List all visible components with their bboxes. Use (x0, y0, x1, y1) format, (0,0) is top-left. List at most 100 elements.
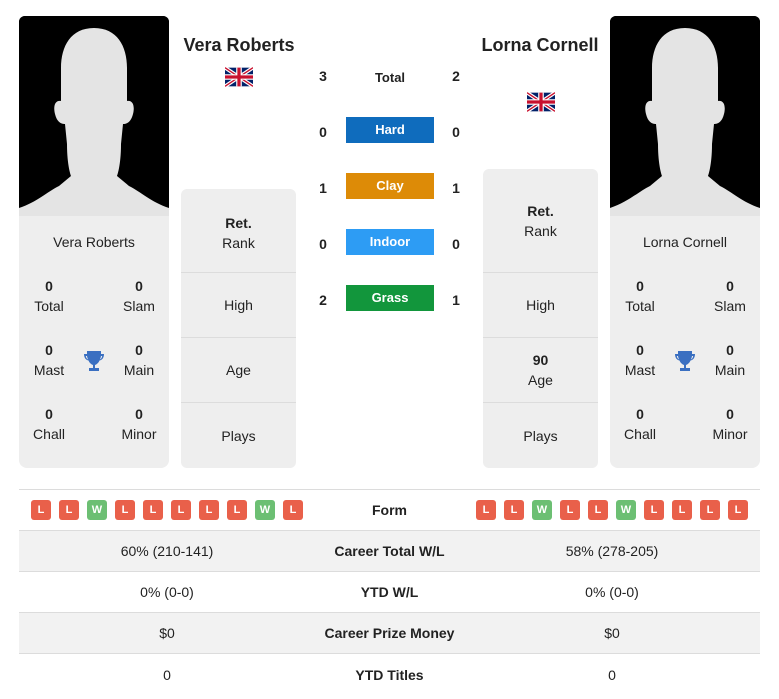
titles-minor: 0 Minor (109, 400, 169, 464)
form-loss-badge[interactable]: L (59, 500, 79, 520)
player2-name[interactable]: Lorna Cornell (480, 33, 600, 58)
row-ytd-titles-label: YTD Titles (355, 666, 424, 683)
h2h-clay-p1: 1 (319, 180, 327, 196)
titles-mast-value: 0 (45, 342, 53, 358)
titles-slam: 0 Slam (109, 272, 169, 336)
info-high-label: High (526, 297, 555, 313)
titles-slam-value: 0 (135, 278, 143, 294)
titles-chall-label: Chall (624, 426, 656, 442)
player2-card-name: Lorna Cornell (642, 234, 728, 250)
uk-flag-icon (225, 67, 253, 87)
titles-chall-value: 0 (45, 406, 53, 422)
titles-minor-label: Minor (121, 426, 157, 442)
titles-minor: 0 Minor (700, 400, 760, 464)
row-ytd-titles: 0 YTD Titles 0 (19, 654, 760, 695)
titles-total-value: 0 (45, 278, 53, 294)
titles-total-label: Total (625, 298, 655, 314)
form-loss-badge[interactable]: L (644, 500, 664, 520)
info-high: High (483, 273, 598, 338)
h2h-total: 3 Total 2 (308, 58, 472, 114)
info-rank-label: Rank (524, 222, 557, 239)
player1-photo (19, 16, 169, 216)
info-age: Age (181, 338, 296, 403)
h2h-indoor-p2: 0 (452, 236, 460, 252)
player1-form: LLWLLLLLWL (19, 500, 315, 520)
info-rank: Ret. Rank (483, 169, 598, 273)
titles-chall: 0 Chall (19, 400, 79, 464)
form-win-badge[interactable]: W (87, 500, 107, 520)
form-loss-badge[interactable]: L (560, 500, 580, 520)
player1-name[interactable]: Vera Roberts (175, 33, 303, 58)
silhouette-icon (610, 16, 760, 216)
info-rank-value: Ret. (225, 214, 252, 231)
h2h-hard-p1: 0 (319, 124, 327, 140)
h2h-total-p2: 2 (452, 68, 460, 84)
player1-career-total-wl: 60% (210-141) (120, 543, 214, 559)
row-career-total-wl-label: Career Total W/L (334, 543, 445, 559)
surface-hard-badge[interactable]: Hard (346, 117, 434, 143)
h2h-grass-p1: 2 (319, 292, 327, 308)
info-rank-label: Rank (222, 234, 255, 251)
titles-slam-label: Slam (123, 298, 155, 314)
info-age-value: 90 (532, 352, 549, 368)
h2h-total-label: Total (374, 70, 406, 85)
surface-clay-badge[interactable]: Clay (346, 173, 434, 199)
h2h-grass: 2 Grass 1 (308, 282, 472, 338)
titles-mast-label: Mast (33, 362, 65, 378)
silhouette-icon (19, 16, 169, 216)
surface-indoor-badge[interactable]: Indoor (346, 229, 434, 255)
titles-slam: 0 Slam (700, 272, 760, 336)
form-loss-badge[interactable]: L (476, 500, 496, 520)
h2h-indoor: 0 Indoor 0 (308, 226, 472, 282)
head-to-head: 3 Total 2 0 Hard 0 1 Clay 1 0 Indoor 0 2… (308, 58, 472, 338)
player2-form: LLWLLWLLLL (464, 500, 760, 520)
form-loss-badge[interactable]: L (672, 500, 692, 520)
trophy-icon (670, 336, 700, 400)
player2-titles-card: Lorna Cornell 0 Total 0 Slam 0 Mast 0 Main 0… (610, 216, 760, 468)
info-plays: Plays (181, 403, 296, 468)
info-age: 90 Age (483, 338, 598, 403)
titles-chall-label: Chall (33, 426, 65, 442)
form-loss-badge[interactable]: L (171, 500, 191, 520)
h2h-hard: 0 Hard 0 (308, 114, 472, 170)
titles-mast-value: 0 (636, 342, 644, 358)
form-win-badge[interactable]: W (532, 500, 552, 520)
form-win-badge[interactable]: W (255, 500, 275, 520)
info-rank-value: Ret. (527, 202, 554, 219)
h2h-grass-p2: 1 (452, 292, 460, 308)
h2h-indoor-p1: 0 (319, 236, 327, 252)
info-plays-label: Plays (523, 427, 558, 444)
titles-slam-label: Slam (714, 298, 746, 314)
trophy-icon (79, 336, 109, 400)
titles-main-value: 0 (135, 342, 143, 358)
form-loss-badge[interactable]: L (143, 500, 163, 520)
player2-ytd-wl: 0% (0-0) (585, 584, 639, 600)
titles-minor-value: 0 (726, 406, 734, 422)
form-loss-badge[interactable]: L (504, 500, 524, 520)
player1-titles-card: Vera Roberts 0 Total 0 Slam 0 Mast 0 Main 0 C… (19, 216, 169, 468)
info-plays: Plays (483, 403, 598, 468)
form-loss-badge[interactable]: L (588, 500, 608, 520)
player1-ytd-titles: 0 (163, 666, 171, 683)
form-loss-badge[interactable]: L (115, 500, 135, 520)
form-loss-badge[interactable]: L (283, 500, 303, 520)
player1-ytd-wl: 0% (0-0) (140, 584, 194, 600)
form-loss-badge[interactable]: L (700, 500, 720, 520)
h2h-hard-p2: 0 (452, 124, 460, 140)
form-loss-badge[interactable]: L (227, 500, 247, 520)
player2-info-panel: Ret. Rank High 90 Age Plays (483, 169, 598, 468)
h2h-total-p1: 3 (319, 68, 327, 84)
form-loss-badge[interactable]: L (728, 500, 748, 520)
info-age-label: Age (528, 372, 553, 388)
info-rank: Ret. Rank (181, 189, 296, 273)
titles-total: 0 Total (610, 272, 670, 336)
titles-total-label: Total (34, 298, 64, 314)
surface-grass-badge[interactable]: Grass (346, 285, 434, 311)
form-loss-badge[interactable]: L (31, 500, 51, 520)
titles-main-value: 0 (726, 342, 734, 358)
titles-total: 0 Total (19, 272, 79, 336)
form-loss-badge[interactable]: L (199, 500, 219, 520)
titles-minor-label: Minor (712, 426, 748, 442)
titles-mast: 0 Mast (610, 336, 670, 400)
form-win-badge[interactable]: W (616, 500, 636, 520)
